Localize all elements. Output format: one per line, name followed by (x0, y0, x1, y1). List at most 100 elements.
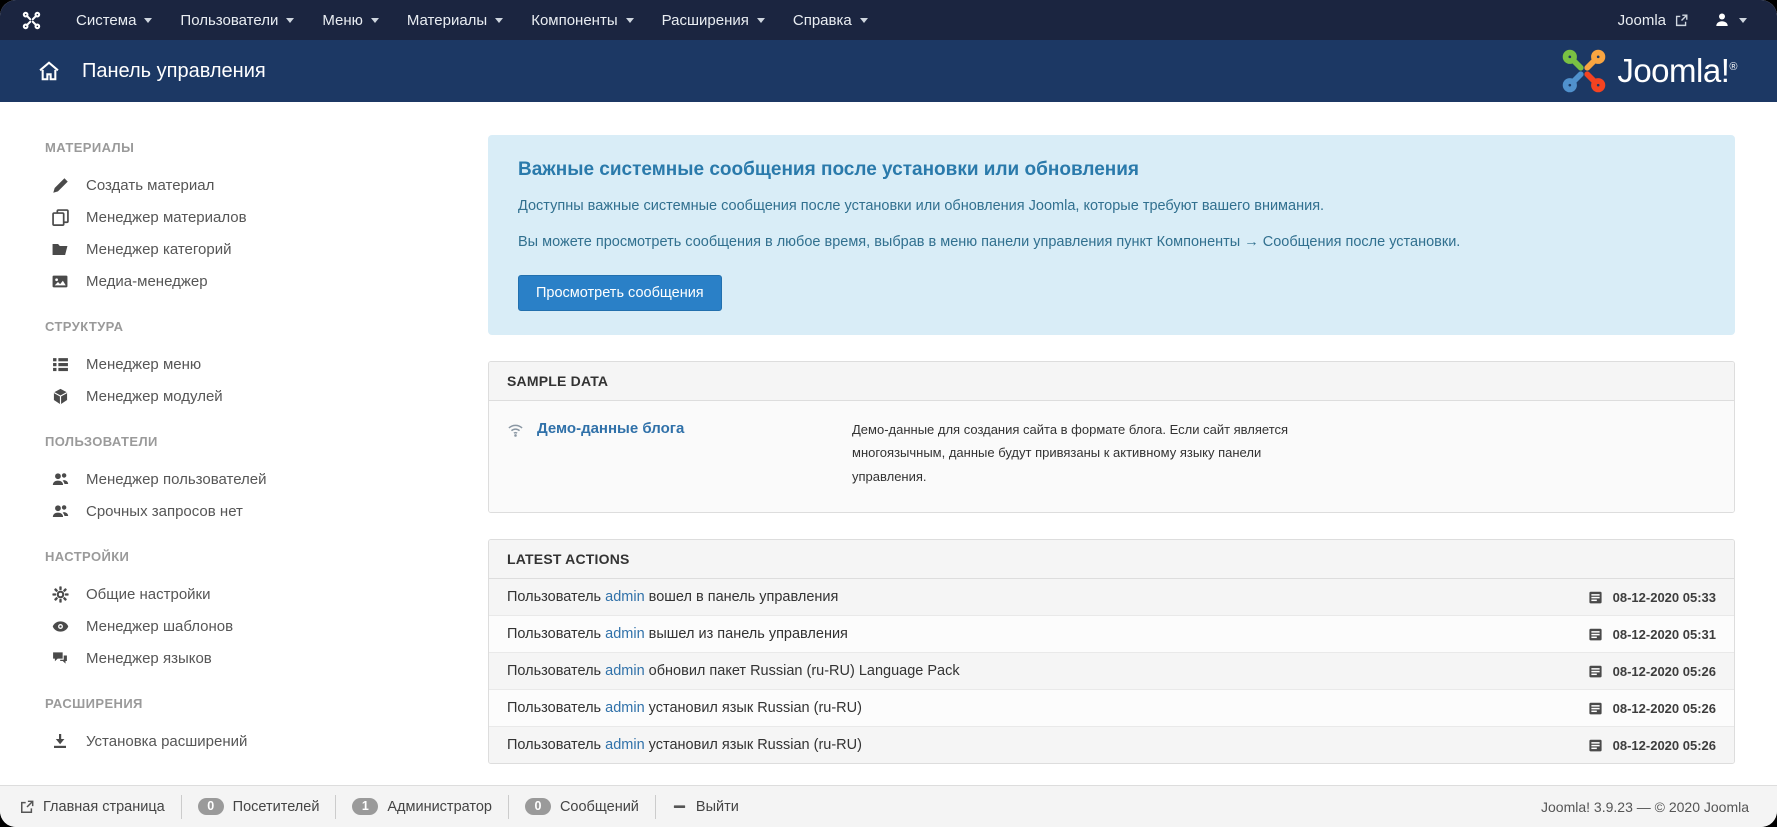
sidebar-item[interactable]: Менеджер шаблонов (50, 610, 445, 642)
sidebar-item[interactable]: Срочных запросов нет (50, 495, 445, 527)
sidebar-item[interactable]: Менеджер материалов (50, 201, 445, 233)
user-link[interactable]: admin (605, 663, 645, 679)
view-site-link[interactable]: Joomla (1618, 12, 1688, 29)
topbar-menu-label: Справка (793, 12, 852, 29)
admins-stat[interactable]: 1 Администратор (335, 795, 508, 819)
home-icon (38, 60, 60, 82)
messages-stat[interactable]: 0 Сообщений (508, 795, 655, 819)
external-link-icon (1675, 14, 1688, 27)
sidebar-item[interactable]: Менеджер языков (50, 642, 445, 674)
topbar-menu-item[interactable]: Система (62, 0, 166, 40)
eye-icon (50, 617, 70, 635)
sidebar-item-label: Общие настройки (86, 586, 211, 603)
sidebar-item[interactable]: Медиа-менеджер (50, 265, 445, 297)
joomla-mark-icon (0, 11, 62, 30)
sidebar-section-title: СТРУКТУРА (45, 319, 445, 334)
topbar-menu-item[interactable]: Компоненты (517, 0, 647, 40)
sidebar-item-label: Менеджер модулей (86, 388, 223, 405)
joomla-logo: Joomla!® (1561, 48, 1737, 94)
calendar-icon (1588, 738, 1603, 753)
user-link[interactable]: admin (605, 737, 645, 753)
latest-actions-panel: LATEST ACTIONS Пользователь admin вошел … (488, 539, 1735, 764)
action-list: Пользователь admin вошел в панель управл… (489, 579, 1734, 763)
action-text: Пользователь admin вошел в панель управл… (507, 589, 838, 605)
sidebar-section-title: ПОЛЬЗОВАТЕЛИ (45, 434, 445, 449)
visitors-label: Посетителей (233, 799, 320, 815)
sidebar-item[interactable]: Менеджер пользователей (50, 463, 445, 495)
sidebar-item-label: Установка расширений (86, 733, 247, 750)
action-row: Пользователь admin вошел в панель управл… (489, 579, 1734, 615)
topbar-menu-item[interactable]: Пользователи (166, 0, 308, 40)
sidebar-section-title: НАСТРОЙКИ (45, 549, 445, 564)
caret-down-icon (626, 18, 634, 23)
joomla-logo-mark-icon (1561, 48, 1607, 94)
sidebar-section-title: МАТЕРИАЛЫ (45, 140, 445, 155)
page-header: Панель управления Joomla!® (0, 40, 1777, 102)
action-timestamp: 08-12-2020 05:33 (1588, 590, 1716, 605)
sidebar-item[interactable]: Менеджер меню (50, 348, 445, 380)
action-timestamp: 08-12-2020 05:26 (1588, 701, 1716, 716)
status-bar-left: Главная страница 0 Посетителей 1 Админис… (20, 786, 755, 827)
sidebar-item[interactable]: Установка расширений (50, 725, 445, 757)
sidebar-item-label: Менеджер пользователей (86, 471, 267, 488)
topbar-menu-item[interactable]: Расширения (648, 0, 779, 40)
action-text: Пользователь admin вышел из панель управ… (507, 626, 848, 642)
home-page-label: Главная страница (43, 799, 165, 815)
sidebar-section: МАТЕРИАЛЫ Создать материал Менеджер мате… (45, 140, 445, 297)
action-row: Пользователь admin установил язык Russia… (489, 689, 1734, 726)
admin-menu-bar: Система Пользователи Меню Материалы Комп… (0, 0, 1777, 40)
sidebar-item[interactable]: Менеджер категорий (50, 233, 445, 265)
folder-icon (50, 240, 70, 258)
alert-paragraph-1: Доступны важные системные сообщения посл… (518, 196, 1705, 217)
logout-link[interactable]: Выйти (655, 795, 755, 819)
users-icon (50, 502, 70, 520)
review-messages-button[interactable]: Просмотреть сообщения (518, 275, 722, 311)
pencil-icon (50, 176, 70, 194)
action-row: Пользователь admin обновил пакет Russian… (489, 652, 1734, 689)
sidebar-item[interactable]: Менеджер модулей (50, 380, 445, 412)
user-link[interactable]: admin (605, 589, 645, 605)
user-link[interactable]: admin (605, 626, 645, 642)
comments-icon (50, 649, 70, 667)
caret-down-icon (286, 18, 294, 23)
topbar-right: Joomla (1618, 12, 1777, 29)
list-icon (50, 355, 70, 373)
post-install-alert: Важные системные сообщения после установ… (488, 135, 1735, 335)
alert-title: Важные системные сообщения после установ… (518, 159, 1705, 181)
sidebar-item[interactable]: Создать материал (50, 169, 445, 201)
latest-actions-panel-title: LATEST ACTIONS (489, 540, 1734, 579)
wifi-icon (507, 421, 524, 438)
external-link-icon (20, 800, 34, 814)
user-menu[interactable] (1714, 12, 1747, 28)
calendar-icon (1588, 627, 1603, 642)
topbar-menu-item[interactable]: Меню (308, 0, 393, 40)
action-row: Пользователь admin вышел из панель управ… (489, 615, 1734, 652)
visitors-stat[interactable]: 0 Посетителей (181, 795, 336, 819)
calendar-icon (1588, 590, 1603, 605)
joomla-admin-window: Система Пользователи Меню Материалы Комп… (0, 0, 1777, 827)
admins-count-badge: 1 (352, 798, 378, 816)
action-text: Пользователь admin установил язык Russia… (507, 737, 862, 753)
sample-data-description: Демо-данные для создания сайта в формате… (852, 418, 1330, 488)
caret-down-icon (860, 18, 868, 23)
sidebar-item-list: Установка расширений (45, 725, 445, 757)
user-link[interactable]: admin (605, 700, 645, 716)
sample-data-panel: SAMPLE DATA Демо-данные блога Демо-данны… (488, 361, 1735, 513)
action-text: Пользователь admin установил язык Russia… (507, 700, 862, 716)
topbar-menu-item[interactable]: Материалы (393, 0, 517, 40)
topbar-menu-item[interactable]: Справка (779, 0, 882, 40)
sidebar-item-list: Создать материал Менеджер материалов Мен… (45, 169, 445, 297)
view-site-footer-link[interactable]: Главная страница (20, 795, 181, 819)
sidebar-item[interactable]: Общие настройки (50, 578, 445, 610)
image-icon (50, 272, 70, 290)
visitors-count-badge: 0 (198, 798, 224, 816)
sidebar-section: РАСШИРЕНИЯ Установка расширений (45, 696, 445, 757)
topbar-menu-label: Система (76, 12, 136, 29)
blog-sample-data-link[interactable]: Демо-данные блога (537, 420, 684, 437)
caret-down-icon (144, 18, 152, 23)
topbar-menu-label: Компоненты (531, 12, 617, 29)
messages-count-badge: 0 (525, 798, 551, 816)
sidebar-item-list: Менеджер меню Менеджер модулей (45, 348, 445, 412)
topbar-menu-label: Пользователи (180, 12, 278, 29)
admins-label: Администратор (387, 799, 492, 815)
